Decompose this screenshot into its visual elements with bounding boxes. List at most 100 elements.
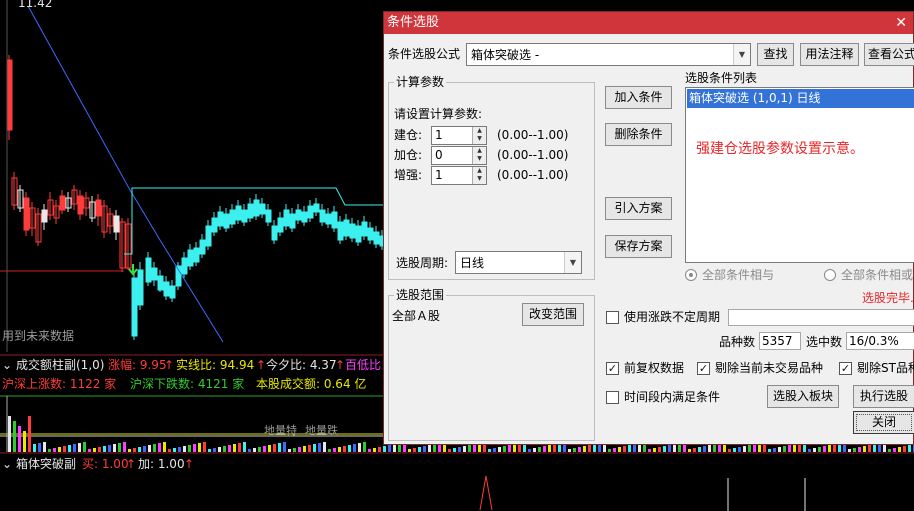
find-button[interactable]: 查找	[757, 43, 794, 66]
use-period-checkbox[interactable]	[606, 311, 619, 324]
volume-bar	[493, 448, 496, 452]
volume-bar	[333, 448, 336, 452]
candle-body	[113, 215, 120, 233]
volume-bar	[388, 445, 391, 452]
execute-button[interactable]: 执行选股	[853, 385, 914, 408]
ma-line	[27, 5, 224, 343]
candle-body	[295, 209, 302, 221]
volume-bar	[623, 446, 626, 452]
within-period-checkbox[interactable]	[606, 391, 619, 404]
volume-bar	[833, 444, 836, 452]
save-plan-button[interactable]: 保存方案	[605, 235, 672, 258]
params-prompt: 请设置计算参数:	[394, 107, 483, 121]
candle-body	[151, 267, 158, 281]
condition-list-label: 选股条件列表	[685, 71, 758, 85]
change-scope-button[interactable]: 改变范围	[522, 303, 584, 326]
radio-all-or[interactable]	[824, 269, 836, 281]
condition-list[interactable]: 箱体突破选 (1,0,1) 日线 强建仓选股参数设置示意。	[685, 87, 914, 263]
volume-bar	[538, 447, 541, 452]
volume-bar	[793, 444, 796, 452]
volume-bar	[268, 445, 271, 452]
volume-bar	[188, 445, 191, 452]
volume-bar	[253, 448, 256, 452]
close-button[interactable]: 关闭	[853, 411, 914, 434]
volume-bar	[503, 446, 506, 452]
candle-body	[169, 285, 176, 299]
candle-body	[175, 265, 182, 287]
candle-body	[319, 209, 326, 223]
close-icon[interactable]: ✕	[895, 12, 907, 34]
exclude-st-label: 剔除ST品种	[857, 361, 914, 375]
candle-body	[283, 209, 290, 227]
import-plan-button[interactable]: 引入方案	[605, 197, 672, 220]
volume-bar	[373, 448, 376, 452]
chevron-down-icon[interactable]: ▼	[733, 44, 750, 65]
vol-panel-title: 成交额柱副(1,0)	[16, 358, 105, 372]
volume-bar	[573, 448, 576, 452]
candle-body	[349, 223, 356, 239]
dialog-titlebar[interactable]: 条件选股 ✕	[384, 12, 913, 34]
scope-value: 全部Ａ股	[392, 309, 441, 323]
top-price-label: 11.42	[18, 0, 53, 10]
exclude-untraded-checkbox[interactable]: ✓	[697, 362, 710, 375]
status-text: 选股完毕.	[862, 291, 914, 305]
exclude-st-checkbox[interactable]: ✓	[839, 362, 852, 375]
turnover-value: 本股成交额: 0.64 亿	[256, 377, 367, 391]
volume-bar	[413, 448, 416, 452]
volume-bar	[153, 444, 156, 452]
volume-bar	[353, 444, 356, 452]
usage-notes-button[interactable]: 用法注释	[800, 43, 859, 66]
box-panel-collapse-icon[interactable]: ⌄	[2, 457, 12, 471]
volume-bar	[588, 445, 591, 452]
volume-bar	[68, 445, 71, 452]
view-formula-button[interactable]: 查看公式	[864, 43, 914, 66]
volume-bar	[258, 447, 261, 452]
volume-bar	[13, 421, 16, 452]
tag-low-volume-drop: 地量跌	[305, 424, 338, 437]
candle-body	[59, 195, 66, 211]
candle-body	[229, 209, 236, 225]
volume-bar	[553, 444, 556, 452]
radio-all-and[interactable]	[685, 269, 697, 281]
candle-body	[199, 239, 206, 255]
vol-panel-collapse-icon[interactable]: ⌄	[2, 358, 12, 372]
volume-bar	[893, 448, 896, 452]
calc-params-group-label: 计算参数	[394, 74, 447, 90]
volume-bar	[548, 445, 551, 452]
volume-bar	[743, 446, 746, 452]
today-ratio-value: 今夕比: 4.37	[266, 358, 337, 372]
volume-bar	[778, 447, 781, 452]
volume-bar	[858, 447, 861, 452]
period-select[interactable]: 日线 ▼	[455, 251, 582, 274]
chevron-down-icon[interactable]: ▼	[564, 252, 581, 273]
candle-body	[337, 221, 344, 241]
period-input[interactable]	[728, 309, 914, 326]
volume-bar	[748, 445, 751, 452]
param-range-build: (0.00--1.00)	[497, 128, 569, 142]
volume-bar	[38, 443, 41, 452]
candle-body	[187, 249, 194, 267]
candle-body	[217, 211, 224, 227]
breakout-signal	[479, 475, 493, 511]
volume-bar	[448, 449, 451, 452]
volume-bar	[498, 447, 501, 452]
volume-bar	[658, 447, 661, 452]
param-build-stepper[interactable]: 1 ▲ ▼	[431, 126, 487, 145]
formula-select[interactable]: 箱体突破选 - ▼	[466, 43, 751, 66]
delete-condition-button[interactable]: 删除条件	[605, 123, 672, 146]
add-condition-button[interactable]: 加入条件	[605, 86, 672, 109]
within-period-label: 时间段内满足条件	[624, 390, 721, 404]
volume-bar	[288, 449, 291, 452]
volume-bar	[513, 444, 516, 452]
volume-bar	[423, 446, 426, 452]
param-enhance-stepper[interactable]: 1 ▲ ▼	[431, 166, 487, 185]
period-label: 选股周期:	[396, 256, 449, 270]
volume-bar	[808, 449, 811, 452]
candle-body	[325, 213, 332, 225]
adjusted-data-checkbox[interactable]: ✓	[606, 362, 619, 375]
volume-bar	[203, 442, 206, 452]
to-sector-button[interactable]: 选股入板块	[767, 385, 839, 408]
condition-stock-picker-dialog: 条件选股 ✕ 条件选股公式 箱体突破选 - ▼ 查找 用法注释 查看公式 计算参…	[383, 11, 914, 445]
condition-list-item[interactable]: 箱体突破选 (1,0,1) 日线	[687, 89, 914, 108]
param-add-stepper[interactable]: 0 ▲ ▼	[431, 146, 487, 165]
